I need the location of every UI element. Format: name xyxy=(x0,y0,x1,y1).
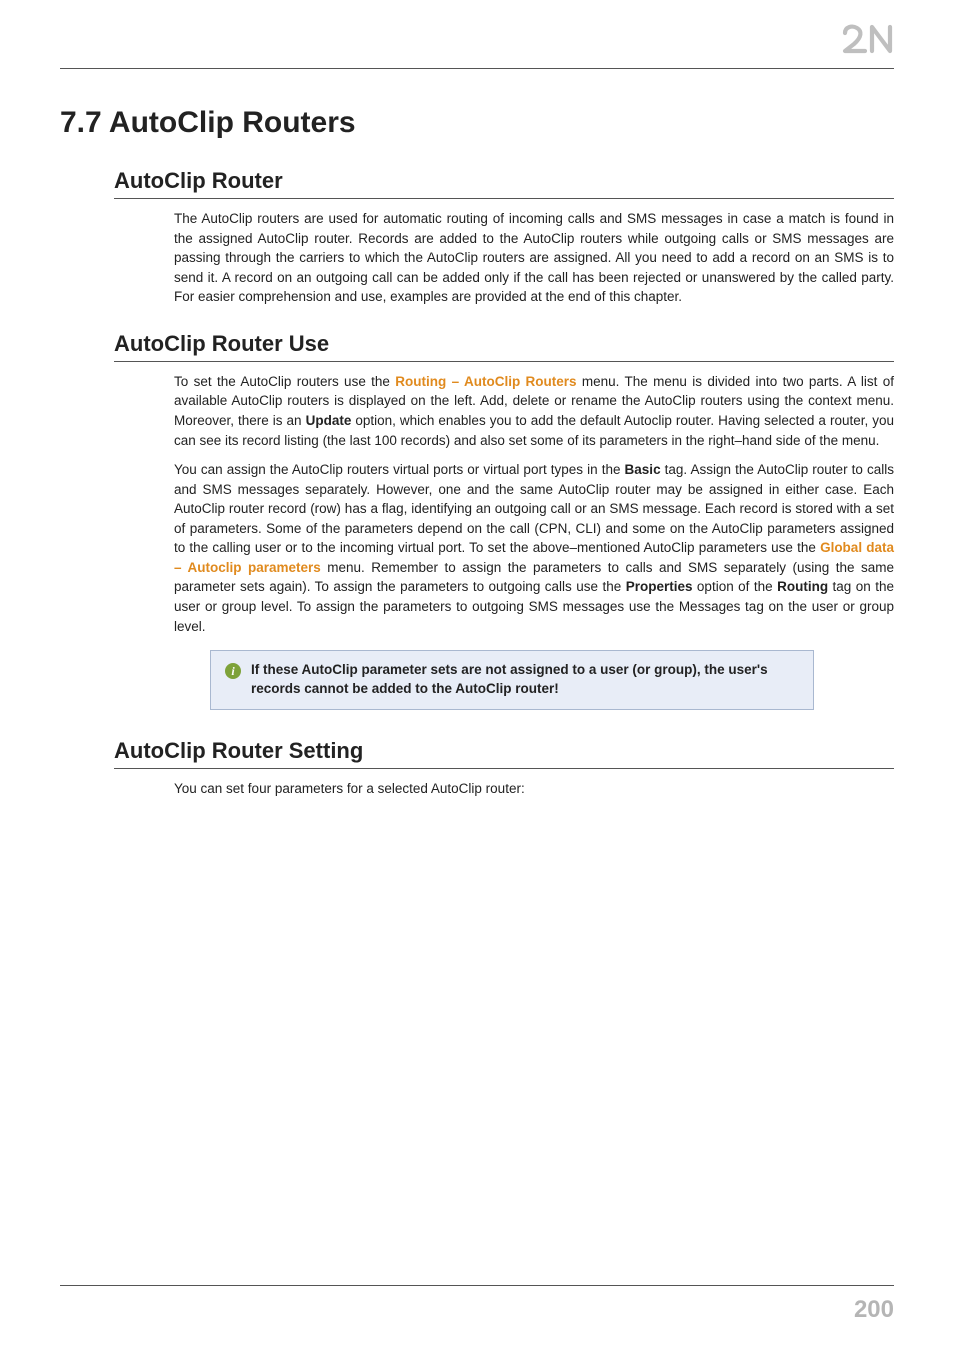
menu-path-link: Routing – AutoClip Routers xyxy=(395,374,576,389)
page-title: 7.7 AutoClip Routers xyxy=(60,106,894,140)
info-icon: i xyxy=(225,663,241,679)
section-heading-autoclip-router: AutoClip Router xyxy=(114,168,894,199)
text: You can assign the AutoClip routers virt… xyxy=(174,462,625,477)
content: 7.7 AutoClip Routers AutoClip Router The… xyxy=(60,106,894,798)
page-number: 200 xyxy=(854,1296,894,1324)
page: 7.7 AutoClip Routers AutoClip Router The… xyxy=(0,0,954,1350)
header-rule xyxy=(60,68,894,69)
option-name: Update xyxy=(306,413,352,428)
paragraph: The AutoClip routers are used for automa… xyxy=(174,209,894,307)
paragraph: You can set four parameters for a select… xyxy=(174,779,894,799)
section-heading-autoclip-router-setting: AutoClip Router Setting xyxy=(114,738,894,769)
section-heading-autoclip-router-use: AutoClip Router Use xyxy=(114,331,894,362)
footer-rule xyxy=(60,1285,894,1286)
callout-text: If these AutoClip parameter sets are not… xyxy=(251,661,799,699)
option-name: Properties xyxy=(626,579,693,594)
tag-name: Basic xyxy=(625,462,661,477)
paragraph: You can assign the AutoClip routers virt… xyxy=(174,460,894,636)
text: option of the xyxy=(692,579,777,594)
text: To set the AutoClip routers use the xyxy=(174,374,395,389)
paragraph: To set the AutoClip routers use the Rout… xyxy=(174,372,894,450)
info-callout: i If these AutoClip parameter sets are n… xyxy=(210,650,814,710)
brand-logo-2n xyxy=(842,22,894,54)
tag-name: Routing xyxy=(777,579,828,594)
